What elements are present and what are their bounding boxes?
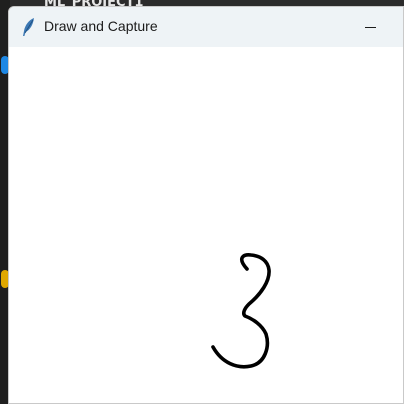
minimize-icon <box>364 26 376 28</box>
window-title: Draw and Capture <box>44 18 158 34</box>
drawing-canvas[interactable] <box>9 47 403 403</box>
draw-and-capture-window: Draw and Capture <box>8 6 404 404</box>
minimize-button[interactable] <box>347 7 393 47</box>
window-titlebar[interactable]: Draw and Capture <box>9 7 403 48</box>
feather-icon <box>21 17 37 37</box>
drawn-digit-3-stroke <box>211 253 271 369</box>
